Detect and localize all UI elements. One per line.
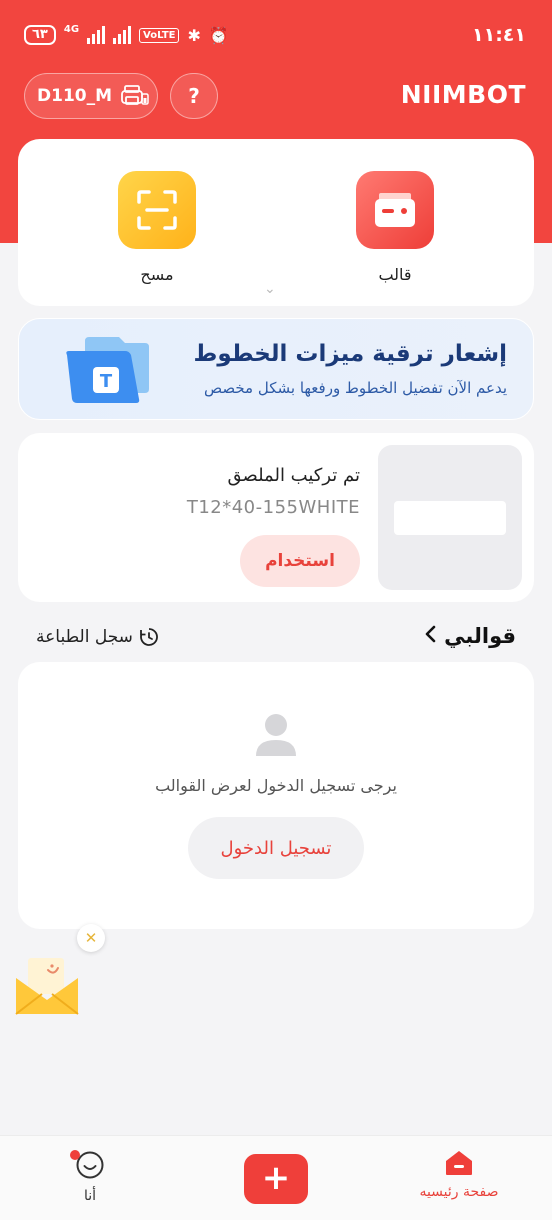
clock: ١١:٤١	[472, 24, 526, 46]
installed-label-card: تم تركيب الملصق T12*40-155WHITE استخدام	[18, 433, 534, 602]
label-thumbnail	[394, 501, 506, 535]
device-name: D110_M	[37, 86, 113, 106]
scan-label: مسح	[140, 265, 174, 284]
banner-subtitle: يدعم الآن تفضيل الخطوط ورفعها بشكل مخصص	[203, 379, 507, 397]
svg-text:T: T	[100, 371, 113, 392]
status-bar: ٦٣ 4G VoLTE ✱ ⏰ ١١:٤١	[0, 18, 552, 52]
nav-home[interactable]: صفحة رئيسيه	[414, 1150, 504, 1200]
print-history-label: سجل الطباعة	[36, 627, 133, 647]
label-status: تم تركيب الملصق	[227, 465, 360, 486]
device-selector[interactable]: D110_M	[24, 73, 158, 119]
label-code: T12*40-155WHITE	[186, 497, 360, 518]
font-upgrade-banner[interactable]: T إشعار ترقية ميزات الخطوط يدعم الآن تفض…	[18, 318, 534, 420]
status-icons: ٦٣ 4G VoLTE ✱ ⏰	[24, 25, 229, 45]
quick-actions-card: قالب مسح ⌄	[18, 139, 534, 306]
printer-icon	[121, 85, 149, 105]
alarm-icon: ⏰	[208, 25, 229, 45]
volte-badge: VoLTE	[139, 27, 180, 43]
template-label: قالب	[378, 265, 412, 284]
use-button[interactable]: استخدام	[240, 535, 360, 587]
my-templates-link[interactable]: قوالبي	[424, 624, 516, 648]
help-button[interactable]: ?	[170, 73, 218, 119]
network-type: 4G	[63, 24, 80, 35]
user-icon	[256, 714, 296, 756]
my-templates-label: قوالبي	[444, 624, 516, 648]
signal-icon	[87, 26, 106, 44]
scan-button[interactable]: مسح	[118, 171, 196, 284]
template-icon	[356, 171, 434, 249]
print-history-link[interactable]: سجل الطباعة	[36, 627, 159, 647]
banner-title: إشعار ترقية ميزات الخطوط	[193, 341, 507, 367]
chevron-down-icon[interactable]: ⌄	[264, 281, 276, 297]
home-icon	[446, 1151, 472, 1175]
history-icon	[140, 628, 158, 646]
nav-me[interactable]: أنا	[62, 1150, 118, 1204]
scan-icon	[118, 171, 196, 249]
nav-me-label: أنا	[83, 1188, 97, 1204]
niimbot-logo: NIIMBOT	[400, 80, 526, 109]
mail-icon[interactable]	[14, 956, 80, 1016]
bluetooth-icon: ✱	[187, 25, 201, 45]
signal-icon-2	[113, 26, 132, 44]
close-icon[interactable]: ✕	[77, 924, 105, 952]
login-button[interactable]: تسجيل الدخول	[188, 817, 364, 879]
add-button[interactable]: +	[244, 1154, 308, 1204]
login-message: يرجى تسجيل الدخول لعرض القوالب	[155, 776, 397, 795]
template-button[interactable]: قالب	[356, 171, 434, 284]
label-preview	[378, 445, 522, 590]
font-folder-icon: T	[66, 337, 149, 403]
templates-login-card: يرجى تسجيل الدخول لعرض القوالب تسجيل الد…	[18, 662, 534, 929]
bottom-navigation: صفحة رئيسيه + أنا	[0, 1135, 552, 1220]
nav-home-label: صفحة رئيسيه	[419, 1184, 499, 1200]
battery-indicator: ٦٣	[24, 25, 56, 45]
chevron-left-icon	[424, 624, 436, 648]
notification-dot	[70, 1150, 80, 1160]
